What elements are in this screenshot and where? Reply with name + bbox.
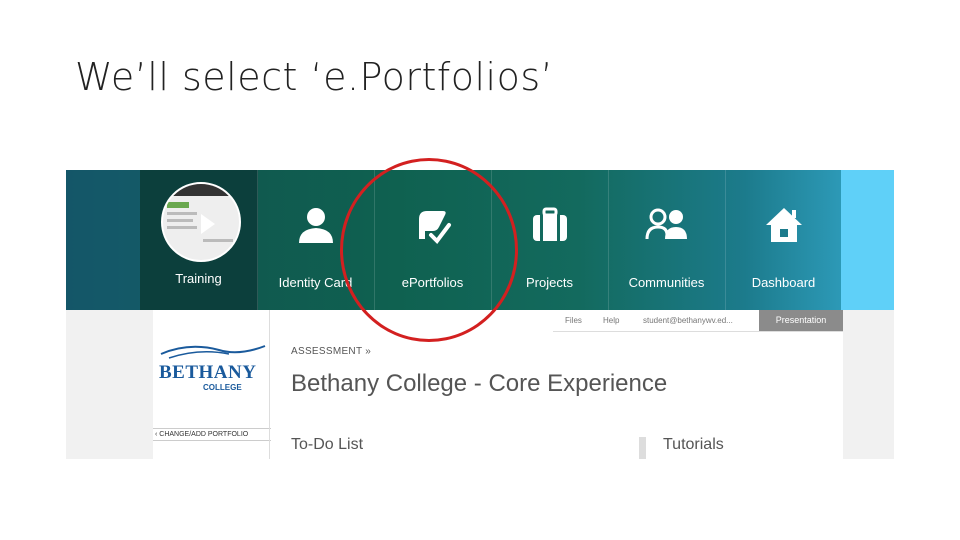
main-nav: Training Identity Card ePortfolios Proje… (66, 170, 894, 310)
training-video-thumbnail[interactable] (161, 182, 241, 262)
tab-projects[interactable]: Projects (491, 170, 609, 310)
logo-college: COLLEGE (203, 383, 242, 392)
slide-title: We’ll select ‘e.Portfolios’ (75, 55, 554, 99)
tab-communities-label: Communities (628, 275, 705, 290)
logo-swoosh-icon (160, 345, 266, 359)
tab-training[interactable]: Training (140, 170, 258, 310)
app-screenshot: Training Identity Card ePortfolios Proje… (66, 170, 894, 459)
change-add-portfolio-link[interactable]: ‹ CHANGE/ADD PORTFOLIO (153, 428, 271, 441)
portfolio-page: Files Help student@bethanywv.ed... Prese… (153, 310, 843, 459)
todo-heading: To-Do List (291, 436, 364, 453)
tab-dashboard[interactable]: Dashboard (725, 170, 843, 310)
tutorials-divider (639, 437, 646, 459)
tab-identity-card[interactable]: Identity Card (257, 170, 375, 310)
sidebar-divider (269, 310, 270, 459)
breadcrumb[interactable]: ASSESSMENT » (291, 346, 371, 357)
tab-eportfolios-label: ePortfolios (401, 275, 464, 290)
group-icon (645, 205, 689, 250)
tab-projects-label: Projects (526, 275, 573, 290)
page-title: Bethany College - Core Experience (291, 370, 668, 397)
briefcase-icon (530, 205, 570, 250)
tab-eportfolios[interactable]: ePortfolios (374, 170, 492, 310)
right-gutter (843, 310, 894, 459)
tab-dashboard-label: Dashboard (751, 275, 816, 290)
nav-right-edge (841, 170, 894, 310)
bethany-logo: BETHANY COLLEGE (159, 340, 269, 400)
tab-identity-card-label: Identity Card (278, 275, 353, 290)
home-icon (764, 205, 804, 250)
left-gutter (66, 310, 153, 459)
presentation-button[interactable]: Presentation (759, 310, 843, 331)
nav-left-pad (66, 170, 140, 310)
tutorials-heading: Tutorials (663, 436, 724, 453)
play-icon (201, 214, 215, 234)
person-icon (296, 205, 336, 250)
portfolio-icon (413, 205, 453, 250)
logo-wordmark: BETHANY (159, 362, 257, 383)
files-link[interactable]: Files (565, 316, 582, 325)
help-link[interactable]: Help (603, 316, 619, 325)
tab-communities[interactable]: Communities (608, 170, 726, 310)
user-menu[interactable]: student@bethanywv.ed... (643, 316, 733, 325)
tab-training-label: Training (175, 271, 222, 286)
